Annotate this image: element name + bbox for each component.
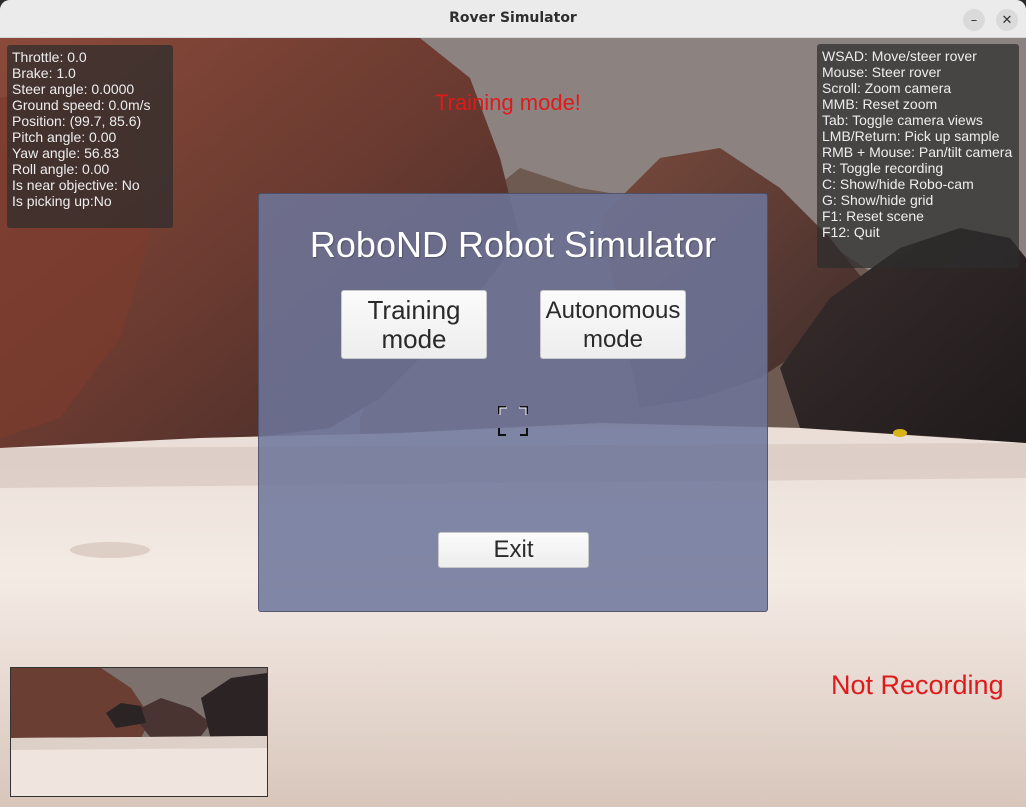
telemetry-brake: Brake: 1.0 xyxy=(12,65,76,81)
robo-cam-scene xyxy=(11,668,267,796)
control-hint: WSAD: Move/steer rover xyxy=(822,48,977,64)
telemetry-near-objective: Is near objective: No xyxy=(12,177,140,193)
window-title: Rover Simulator xyxy=(449,10,577,26)
control-hint: Mouse: Steer rover xyxy=(822,64,942,80)
telemetry-yaw-angle: Yaw angle: 56.83 xyxy=(12,145,120,161)
autonomous-mode-label: Autonomous mode xyxy=(545,296,681,353)
app-window: Rover Simulator – ✕ Throttle: 0.0 Brake:… xyxy=(0,0,1026,807)
control-hint: Tab: Toggle camera views xyxy=(822,112,983,128)
control-hint: R: Toggle recording xyxy=(822,160,944,176)
minimize-button[interactable]: – xyxy=(963,9,985,31)
recording-status-label: Not Recording xyxy=(831,670,1004,700)
reticle-icon xyxy=(498,406,528,436)
telemetry-panel: Throttle: 0.0 Brake: 1.0 Steer angle: 0.… xyxy=(7,45,173,228)
telemetry-throttle: Throttle: 0.0 xyxy=(12,49,87,65)
exit-label: Exit xyxy=(493,536,534,563)
game-viewport[interactable]: Throttle: 0.0 Brake: 1.0 Steer angle: 0.… xyxy=(0,38,1026,807)
robo-cam-view xyxy=(10,667,268,797)
control-hint: RMB + Mouse: Pan/tilt camera xyxy=(822,144,1013,160)
control-hint: G: Show/hide grid xyxy=(822,192,934,208)
autonomous-mode-button[interactable]: Autonomous mode xyxy=(540,290,686,359)
training-mode-label: Training mode xyxy=(367,294,461,354)
telemetry-pitch-angle: Pitch angle: 0.00 xyxy=(12,129,117,145)
control-hint: C: Show/hide Robo-cam xyxy=(822,176,974,192)
control-hint: LMB/Return: Pick up sample xyxy=(822,128,1000,144)
control-hint: Scroll: Zoom camera xyxy=(822,80,952,96)
menu-title: RoboND Robot Simulator xyxy=(309,224,717,265)
control-hint: MMB: Reset zoom xyxy=(822,96,938,112)
controls-help-panel: WSAD: Move/steer rover Mouse: Steer rove… xyxy=(817,44,1019,268)
title-bar[interactable]: Rover Simulator – ✕ xyxy=(0,0,1026,38)
close-button[interactable]: ✕ xyxy=(996,9,1018,31)
telemetry-picking-up: Is picking up:No xyxy=(12,193,112,209)
telemetry-ground-speed: Ground speed: 0.0m/s xyxy=(12,97,151,113)
telemetry-position: Position: (99.7, 85.6) xyxy=(12,113,142,129)
control-hint: F1: Reset scene xyxy=(822,208,924,224)
training-mode-button[interactable]: Training mode xyxy=(341,290,487,359)
exit-button[interactable]: Exit xyxy=(438,532,589,568)
main-menu-panel: RoboND Robot Simulator Training mode Aut… xyxy=(258,193,768,612)
mode-status-label: Training mode! xyxy=(435,90,581,115)
control-hint: F12: Quit xyxy=(822,224,880,240)
telemetry-steer-angle: Steer angle: 0.0000 xyxy=(12,81,135,97)
telemetry-roll-angle: Roll angle: 0.00 xyxy=(12,161,110,177)
